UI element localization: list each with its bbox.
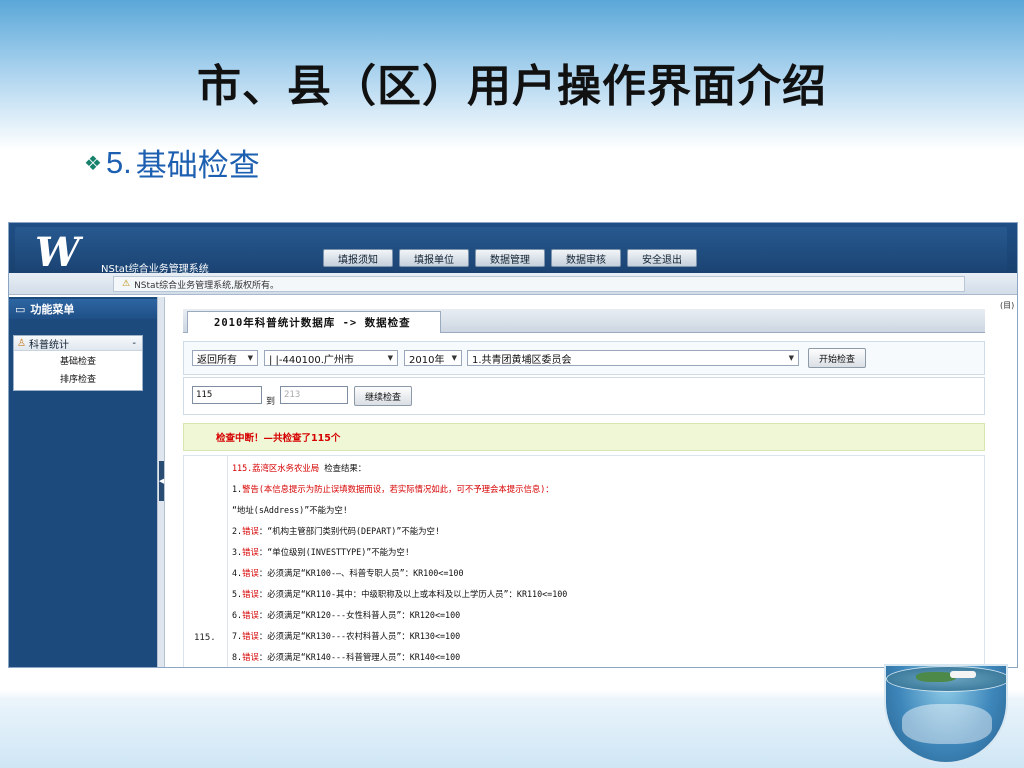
nav-fill-units[interactable]: 填报单位 xyxy=(399,249,469,267)
collapse-toggle[interactable]: - xyxy=(132,338,136,349)
result-warning: 1.警告(本信息提示为防止误填数据而设，若实际情况如此，可不予理会本提示信息)： xyxy=(232,484,554,494)
sidebar-item-basic-check[interactable]: 基础检查 xyxy=(14,351,142,369)
breadcrumb-bar: 2010年科普统计数据库 -> 数据检查 xyxy=(183,309,985,333)
nav-logout[interactable]: 安全退出 xyxy=(627,249,697,267)
result-error: 4.错误：必须满足“KR100-—、科普专职人员”：KR100<=100 xyxy=(232,568,464,578)
nav-data-management[interactable]: 数据管理 xyxy=(475,249,545,267)
region-select[interactable]: | |-440100.广州市 ▼ xyxy=(264,350,398,366)
sidebar-item-sort-check[interactable]: 排序检查 xyxy=(14,369,142,387)
bullet-heading: ❖ 5. 基础检查 xyxy=(84,140,260,185)
range-to-label: 到 xyxy=(266,397,276,407)
result-error: 5.错误：必须满足“KR110-其中：中级职称及以上或本科及以上学历人员”：KR… xyxy=(232,589,568,599)
result-warning-detail: “地址(sAddress)”不能为空! xyxy=(232,505,348,515)
top-nav: 填报须知 填报单位 数据管理 数据审核 安全退出 xyxy=(323,249,697,267)
unit-select[interactable]: 1.共青团黄埔区委员会 ▼ xyxy=(467,350,799,366)
range-from-input[interactable]: 115 xyxy=(192,386,262,404)
dropdown-arrow-icon: ▼ xyxy=(451,354,457,362)
person-icon: ♙ xyxy=(17,337,26,349)
nav-data-review[interactable]: 数据审核 xyxy=(551,249,621,267)
filter-panel: 返回所有 ▼ | |-440100.广州市 ▼ 2010年 ▼ 1.共青团黄埔区委员会… xyxy=(183,341,985,375)
breadcrumb: 2010年科普统计数据库 -> 数据检查 xyxy=(187,311,441,333)
sidebar-group-science[interactable]: ♙ 科普统计 - xyxy=(14,336,142,351)
sidebar: ▭ 功能菜单 ♙ 科普统计 - 基础检查 排序检查 xyxy=(9,297,157,667)
result-title: 115.荔湾区水务农业局 检查结果： xyxy=(232,463,367,473)
check-interrupted-alert: 检查中断！—共检查了115个 xyxy=(183,423,985,451)
nav-fill-notes[interactable]: 填报须知 xyxy=(323,249,393,267)
return-select[interactable]: 返回所有 ▼ xyxy=(192,350,258,366)
range-to-input[interactable]: 213 xyxy=(280,386,348,404)
result-error: 2.错误：“机构主管部门类别代码(DEPART)”不能为空! xyxy=(232,526,440,536)
app-logo: W xyxy=(35,229,80,276)
result-error: 3.错误：“单位级别(INVESTTYPE)”不能为空! xyxy=(232,547,410,557)
results-table: 115. 115.荔湾区水务农业局 检查结果： 1.警告(本信息提示为防止误填数… xyxy=(183,455,985,667)
bullet-text: 基础检查 xyxy=(135,148,260,184)
dropdown-arrow-icon: ▼ xyxy=(247,354,253,362)
result-error: 8.错误：必须满足“KR140---科普管理人员”：KR140<=100 xyxy=(232,652,461,662)
dropdown-arrow-icon: ▼ xyxy=(387,354,393,362)
main-content: 2010年科普统计数据库 -> 数据检查 返回所有 ▼ | |-440100.广州… xyxy=(165,297,1017,667)
sidebar-menu: ♙ 科普统计 - 基础检查 排序检查 xyxy=(13,335,143,391)
slide-title: 市、县（区）用户操作界面介绍 xyxy=(197,61,827,112)
globe-bowl-icon xyxy=(884,664,1008,764)
diamond-bullet-icon: ❖ xyxy=(84,150,102,175)
right-edge-label: (目) xyxy=(1000,301,1015,310)
monitor-icon: ▭ xyxy=(15,302,26,316)
sidebar-splitter[interactable]: ◀ xyxy=(157,297,165,667)
continue-check-button[interactable]: 继续检查 xyxy=(354,386,413,406)
warning-icon: ⚠ xyxy=(122,279,131,289)
result-error: 7.错误：必须满足“KR130---农村科普人员”：KR130<=100 xyxy=(232,631,461,641)
result-error: 6.错误：必须满足“KR120---女性科普人员”：KR120<=100 xyxy=(232,610,461,620)
dropdown-arrow-icon: ▼ xyxy=(788,354,794,362)
collapse-grip-icon[interactable]: ◀ xyxy=(159,461,164,501)
app-header: W NStat综合业务管理系统 填报须知 填报单位 数据管理 数据审核 安全退出 xyxy=(9,223,1017,276)
year-select[interactable]: 2010年 ▼ xyxy=(404,350,462,366)
bullet-number: 5. xyxy=(105,144,132,180)
copyright-notice: ⚠ NStat综合业务管理系统,版权所有。 xyxy=(113,276,965,292)
start-check-button[interactable]: 开始检查 xyxy=(808,348,867,368)
app-screenshot: W NStat综合业务管理系统 填报须知 填报单位 数据管理 数据审核 安全退出… xyxy=(8,222,1018,668)
row-number: 115. xyxy=(194,633,216,643)
range-panel: 115 到 213 继续检查 xyxy=(183,377,985,415)
notice-strip: ⚠ NStat综合业务管理系统,版权所有。 xyxy=(9,273,1017,295)
sidebar-header: ▭ 功能菜单 xyxy=(9,299,157,319)
